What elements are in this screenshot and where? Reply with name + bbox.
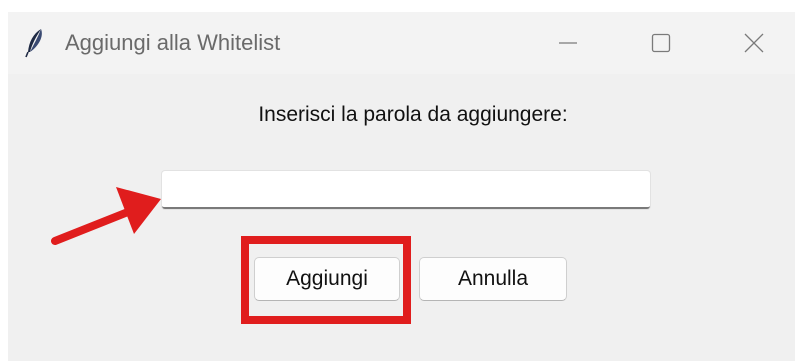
close-icon [744,33,764,53]
maximize-icon [651,33,671,53]
window-title: Aggiungi alla Whitelist [65,30,281,55]
word-entry[interactable] [162,171,650,209]
dialog-window: Aggiungi alla Whitelist Inserisci la par… [8,12,795,361]
minimize-icon [559,42,577,44]
maximize-button[interactable] [615,12,707,74]
minimize-button[interactable] [522,12,614,74]
prompt-label: Inserisci la parola da aggiungere: [258,103,568,126]
add-button[interactable]: Aggiungi [254,257,400,301]
close-button[interactable] [708,12,795,74]
feather-icon [25,29,42,58]
cancel-button[interactable]: Annulla [419,257,567,301]
title-bar[interactable]: Aggiungi alla Whitelist [8,12,795,74]
